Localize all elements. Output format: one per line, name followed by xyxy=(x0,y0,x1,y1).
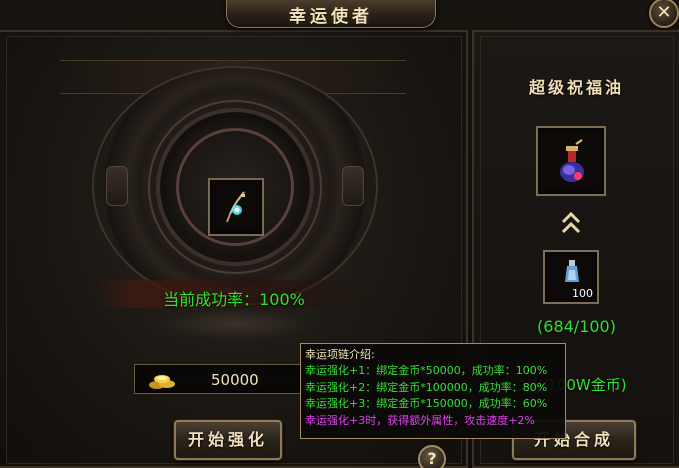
tooltip-line-bonus: 幸运强化+3时，获得额外属性，攻击速度+2% xyxy=(305,413,535,427)
lucky-necklace-tooltip: 幸运项链介绍: 幸运强化+1：绑定金币*50000，成功率：100% 幸运强化+… xyxy=(300,343,566,439)
ring-pedestal xyxy=(150,306,320,342)
lucky-messenger-window: 魔罗の战链 当前成功率：100% 50000 开始强化 超级祝福油 xyxy=(0,0,679,468)
ring-ornament-left xyxy=(106,166,128,206)
material-count: 100 xyxy=(572,287,593,300)
gold-coins-icon xyxy=(149,375,175,389)
equipment-slot[interactable] xyxy=(208,178,264,236)
gold-cost-box: 50000 xyxy=(134,364,302,394)
tooltip-line: 幸运强化+3：绑定金币*150000，成功率：60% xyxy=(305,397,548,410)
gold-cost-value: 50000 xyxy=(211,371,259,389)
window-title-plate: 幸运使者 xyxy=(226,0,436,28)
blessing-oil-icon xyxy=(560,139,584,182)
blessing-oil-slot[interactable] xyxy=(536,126,606,196)
tooltip-line: 幸运强化+1：绑定金币*50000，成功率：100% xyxy=(305,364,548,377)
material-progress: (684/100) xyxy=(537,317,616,336)
help-button[interactable]: ? xyxy=(418,445,446,468)
potion-bottle-icon xyxy=(565,260,579,282)
ring-ornament-right xyxy=(342,166,364,206)
synthesis-title: 超级祝福油 xyxy=(528,78,624,97)
start-enhance-button[interactable]: 开始强化 xyxy=(174,420,282,460)
tooltip-line: 幸运强化+2：绑定金币*100000，成功率：80% xyxy=(305,380,548,394)
close-button[interactable]: ✕ xyxy=(649,0,679,28)
chain-necklace-icon xyxy=(226,191,245,223)
double-chevron-up-icon xyxy=(561,211,581,234)
tooltip-title: 幸运项链介绍: xyxy=(305,348,375,361)
material-slot[interactable]: 100 xyxy=(543,250,599,304)
window-title: 幸运使者 xyxy=(289,7,373,27)
